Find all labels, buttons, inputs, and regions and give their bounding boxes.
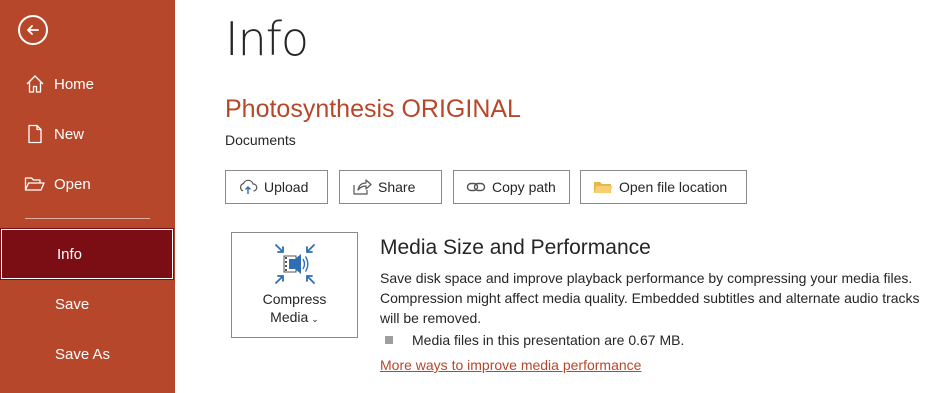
sidebar-item-label: Home: [54, 75, 95, 93]
folder-icon: [593, 177, 613, 197]
bullet-square-icon: [385, 336, 393, 344]
media-section-title: Media Size and Performance: [380, 236, 651, 259]
folder-open-icon: [24, 173, 46, 195]
sidebar-item-info[interactable]: Info: [0, 228, 174, 280]
sidebar-item-label: Save: [55, 295, 90, 313]
sidebar-item-home[interactable]: Home: [0, 64, 175, 104]
new-document-icon: [24, 123, 46, 145]
upload-icon: [238, 177, 258, 197]
copy-path-label: Copy path: [492, 179, 556, 195]
document-location: Documents: [225, 132, 296, 148]
document-title: Photosynthesis ORIGINAL: [225, 95, 521, 123]
backstage-view: Home New Open Info Save Save As Info Pho: [0, 0, 932, 393]
copy-path-button[interactable]: Copy path: [453, 170, 570, 204]
back-button[interactable]: [18, 15, 48, 45]
compress-media-label-text: Media: [270, 309, 309, 325]
upload-button[interactable]: Upload: [225, 170, 328, 204]
link-icon: [466, 177, 486, 197]
sidebar-item-label: Info: [57, 245, 83, 263]
sidebar-item-label: New: [54, 125, 85, 143]
media-size-text: Media files in this presentation are 0.6…: [412, 332, 685, 348]
compress-media-label-line2: Media ⌄: [270, 308, 319, 328]
share-icon: [352, 177, 372, 197]
compress-media-label-line1: Compress: [262, 291, 327, 307]
page-title: Info: [225, 12, 309, 66]
media-section-description: Save disk space and improve playback per…: [380, 270, 920, 326]
upload-label: Upload: [264, 179, 309, 195]
sidebar-item-open[interactable]: Open: [0, 164, 175, 204]
sidebar-item-label: Open: [54, 175, 91, 193]
open-file-location-label: Open file location: [619, 179, 728, 195]
chevron-down-icon: ⌄: [311, 314, 319, 324]
sidebar-item-save[interactable]: Save: [0, 284, 175, 324]
share-label: Share: [378, 179, 416, 195]
sidebar-item-save-as[interactable]: Save As: [0, 334, 175, 374]
home-icon: [24, 73, 46, 95]
info-pane: Info Photosynthesis ORIGINAL Documents U…: [175, 0, 932, 393]
backstage-sidebar: Home New Open Info Save Save As: [0, 0, 175, 393]
back-arrow-icon: [27, 25, 39, 35]
share-button[interactable]: Share: [339, 170, 442, 204]
compress-media-icon: [274, 244, 315, 284]
sidebar-item-new[interactable]: New: [0, 114, 175, 154]
open-file-location-button[interactable]: Open file location: [580, 170, 747, 204]
sidebar-divider: [25, 218, 150, 219]
media-size-info: Media files in this presentation are 0.6…: [385, 332, 684, 348]
sidebar-item-label: Save As: [55, 345, 111, 363]
media-performance-link[interactable]: More ways to improve media performance: [380, 357, 641, 373]
compress-media-button[interactable]: Compress Media ⌄: [231, 232, 358, 338]
